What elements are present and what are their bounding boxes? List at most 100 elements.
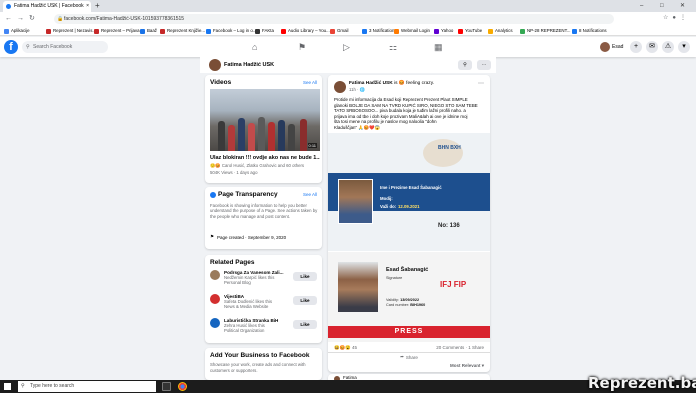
bookmark-favicon-icon [458,28,463,34]
close-window-icon[interactable]: ✕ [680,0,685,12]
related-page-text: VijestiBA Safeta Dodlenić likes this News … [224,294,302,309]
page-search-button[interactable]: ⚲ [458,60,472,70]
bookmark-label: Gmail [337,28,349,33]
post-author[interactable]: Fatima Hadžić USK [349,81,393,86]
related-page-item[interactable]: VijestiBA Safeta Dodlenić likes this News … [210,294,302,309]
avatar [600,42,610,52]
bookmark-favicon-icon [281,28,286,34]
page-more-button[interactable]: ⋯ [477,60,491,70]
transparency-body: Facebook is showing information to help … [210,203,318,219]
windows-start-icon[interactable] [4,383,11,390]
profile-name: Esad [612,44,624,50]
notifications-icon[interactable]: ⚠ [662,41,674,53]
maximize-icon[interactable]: □ [660,0,664,12]
pages-flag-icon[interactable]: ⚑ [298,41,306,53]
card2-press-strip: PRESS [328,326,490,338]
post-options-icon[interactable]: ⋯ [478,80,484,87]
card2-fields: Validity: 13/09/2022 Card number: BIH196… [386,298,425,308]
like-page-button[interactable]: Like [293,272,317,281]
page-header-bar: Fatima Hadžić USK ⚲ ⋯ [200,57,496,73]
bookmark-item[interactable]: Analytics [488,26,513,35]
back-icon[interactable]: ← [5,14,12,24]
id-card-image-2[interactable]: Esad Šabanagić Signature Validity: 13/09… [328,252,490,342]
bookmark-favicon-icon [160,28,165,34]
facebook-favicon-icon [6,4,11,9]
chrome-icon[interactable] [178,382,187,391]
page-avatar[interactable] [209,59,221,71]
browser-tab[interactable]: Fatima Hadžić USK | Facebook × [3,1,91,12]
home-icon[interactable]: ⌂ [252,41,257,53]
page-name[interactable]: Fatima Hadžić USK [224,60,274,70]
related-page-item[interactable]: Laburistička Stranka BiH Zehra Husić like… [210,318,302,333]
card1-number: No: 136 [438,223,460,229]
extensions-icons[interactable]: ☆●⋮ [663,14,690,21]
taskbar-search-input[interactable]: ⚲ Type here to search [18,381,156,392]
watch-icon[interactable]: ▷ [343,41,350,53]
address-toolbar: ← → ↻ 🔒 facebook.com/Fatima-Hadžić-USK-1… [0,12,696,26]
bookmark-item[interactable]: NP-28 REPREZENT... [520,26,570,35]
forward-icon[interactable]: → [17,14,24,24]
card2-validity: 13/09/2022 [400,298,420,302]
like-page-button[interactable]: Like [293,320,317,329]
id-card-image-1[interactable]: BHN BXH Ime i Prezime Esad Šabanagić Mod… [328,133,490,251]
card2-validity-label: Validity: [386,298,400,302]
video-thumbnail[interactable]: 0:11 [210,89,320,151]
videos-see-all-link[interactable]: See All [303,80,317,85]
like-page-button[interactable]: Like [293,296,317,305]
related-page-item[interactable]: Podrsga Za Vanesom Zali... Nedžemin Karpi… [210,270,302,285]
close-tab-icon[interactable]: × [86,1,89,12]
post-feeling: is 😡 feeling crazy. [394,81,435,86]
watermark: Reprezent.ba [588,374,696,392]
card-emblem [423,139,463,167]
bookmarks-bar: Aplikacije Reprezent | Nezavis... Reprezen… [0,26,696,36]
videos-card: Videos See All 0:11 Ulaz blokiran !!! ov… [205,75,322,183]
most-relevant-dropdown[interactable]: Most Relevant ▾ [328,363,490,369]
bookmark-favicon-icon [394,28,399,34]
bookmark-item[interactable]: Yahoo [434,26,453,35]
account-menu-icon[interactable]: ▾ [678,41,690,53]
task-view-icon[interactable] [162,382,171,391]
create-icon[interactable]: + [630,41,642,53]
reaction-icons: 🙂😡 [210,163,221,168]
post-time[interactable]: 11h · 🌐 [349,87,365,93]
related-page-avatar [210,294,220,304]
minimize-icon[interactable]: – [640,0,643,12]
bookmark-item[interactable]: Baaž [140,26,157,35]
share-button[interactable]: ➦ Share [328,352,490,361]
bookmark-label: Audio Library – You... [288,28,330,33]
url-bar[interactable]: 🔒 facebook.com/Fatima-Hadžić-USK-1015937… [54,14,614,24]
related-page-text: Laburistička Stranka BiH Zehra Husić like… [224,318,302,333]
search-input[interactable]: ⚲ Search Facebook [22,41,108,53]
bookmark-item[interactable]: Gmail [330,26,349,35]
post-reactions[interactable]: 😆😡😮 45 [334,345,357,351]
page-created-text: Page created · September 9, 2020 [217,234,287,240]
bookmark-item[interactable]: FAKta [255,26,274,35]
bookmark-label: 8 Notifications [579,28,607,33]
bookmark-item[interactable]: Audio Library – You... [281,26,330,35]
related-page-detail: Personal Blog [224,280,251,285]
gaming-icon[interactable]: ▦ [434,41,443,53]
bookmark-item[interactable]: Reprezent | Nezavis... [46,26,96,35]
card1-valid-date: 12.09.2021 [398,204,420,209]
card1-valid-label: Važi do: [380,204,397,209]
video-caption[interactable]: Ulaz blokiran !!! ovdje ako nas ne bude … [210,155,320,161]
reload-icon[interactable]: ↻ [29,14,35,24]
video-reactions-text: Carol Husić, Zlatko Grahovic and 60 othe… [221,163,305,168]
facebook-logo-icon[interactable]: f [4,40,18,54]
bookmark-item[interactable]: Aplikacije [4,26,30,35]
bookmark-item[interactable]: 8 Notifications [572,26,607,35]
bookmark-item[interactable]: YouTube [458,26,482,35]
bookmark-item[interactable]: Reprezent Knjižie... [160,26,205,35]
post-comments-count[interactable]: 20 Comments · 1 Share [436,345,484,351]
bookmark-item[interactable]: Webmail Login [394,26,430,35]
new-tab-button[interactable]: + [95,0,100,12]
marketplace-icon[interactable]: ⚏ [389,41,397,53]
post-author-avatar[interactable] [334,81,346,93]
bookmark-item[interactable]: Facebook – Log in o... [206,26,256,35]
bookmark-label: Analytics [495,28,513,33]
messenger-icon[interactable]: ✉ [646,41,658,53]
transparency-see-all-link[interactable]: See All [303,192,317,197]
bookmark-item[interactable]: 3 Notifications [362,26,397,35]
bookmark-item[interactable]: Reprezent – Prijava [94,26,140,35]
profile-button[interactable]: Esad [600,41,623,53]
